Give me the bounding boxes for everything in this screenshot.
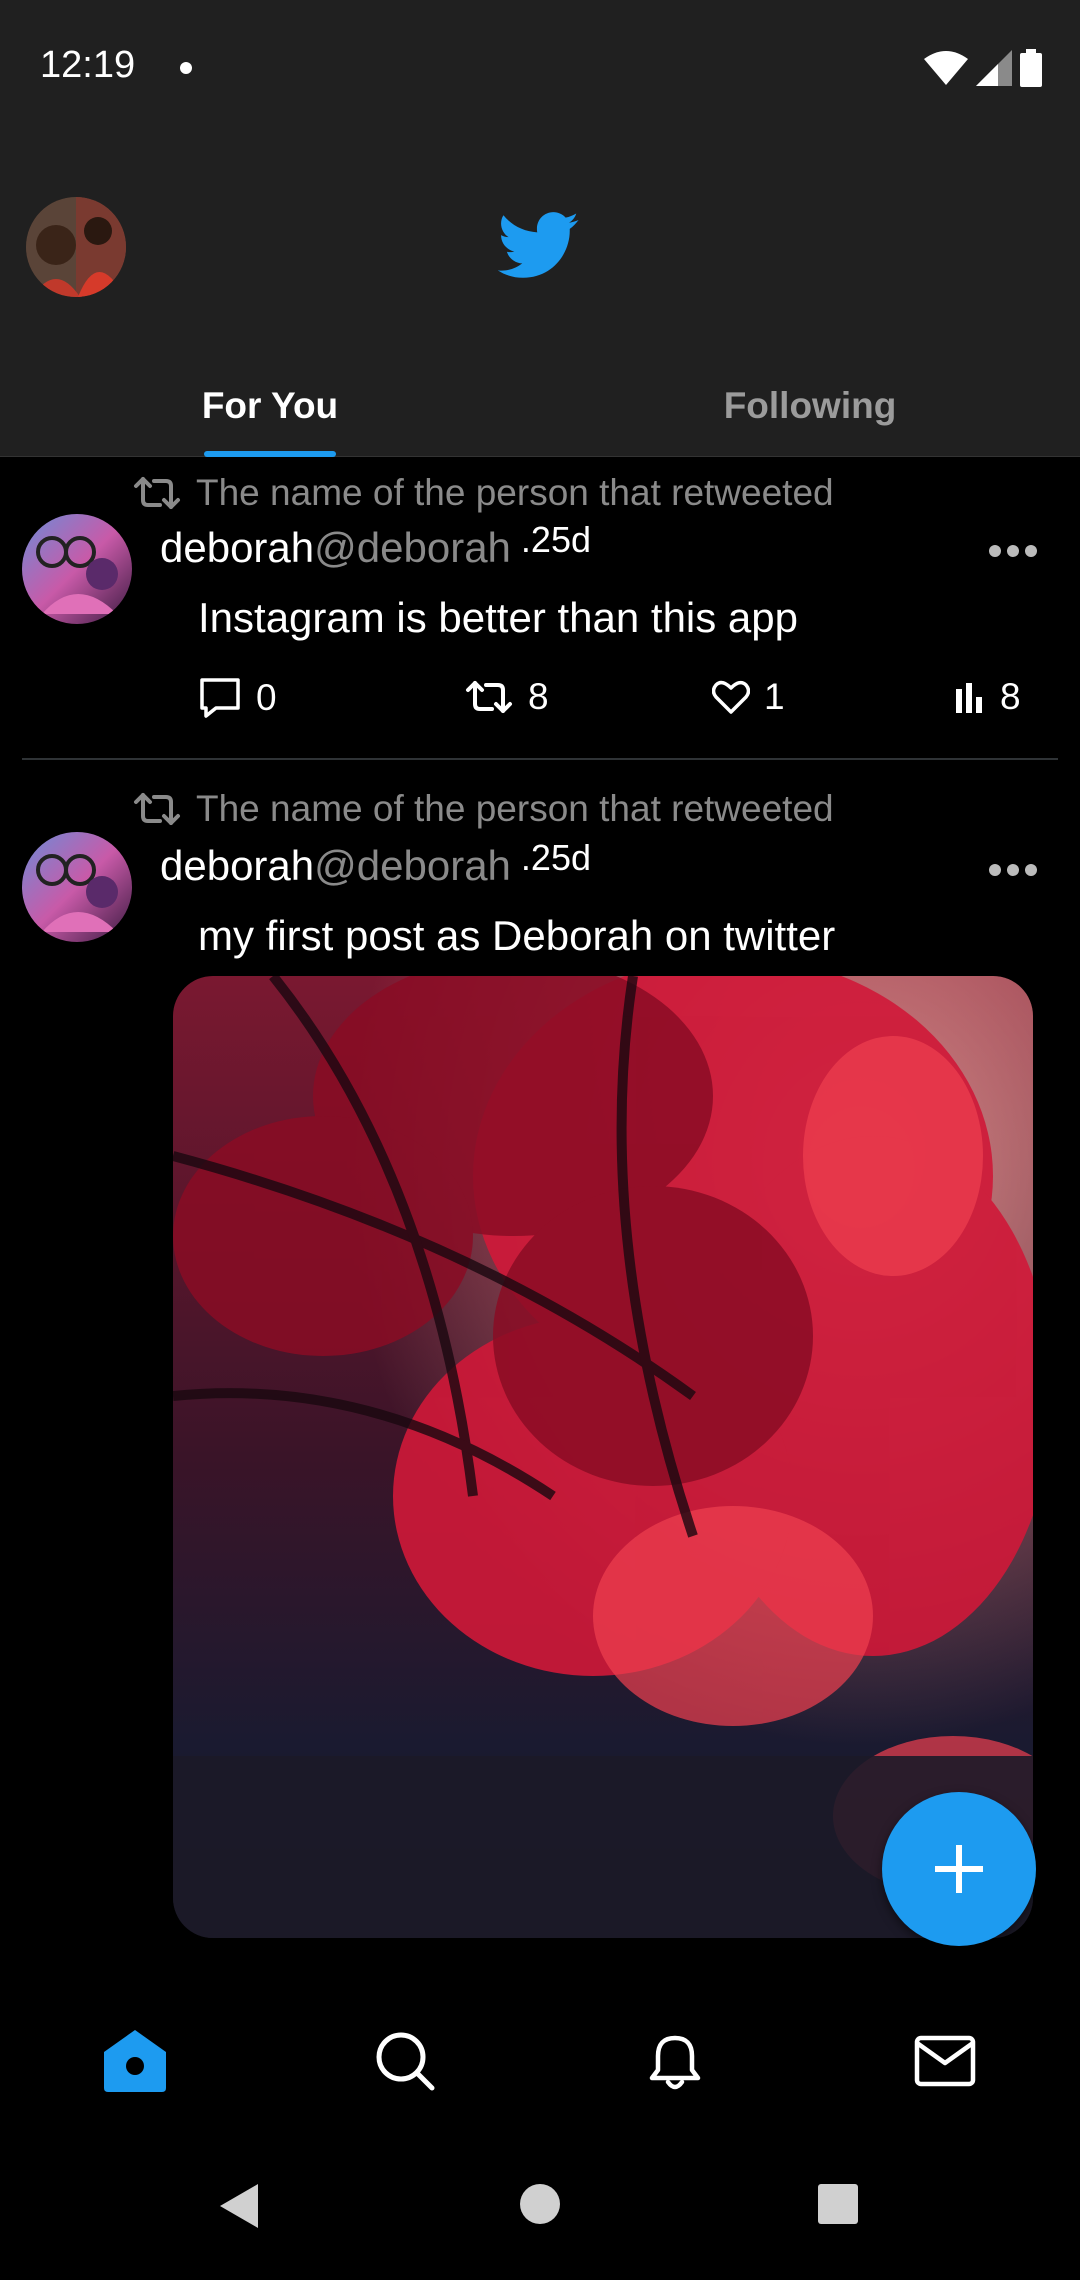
notification-dot-icon [180, 62, 192, 74]
author-name[interactable]: deborah [160, 842, 314, 890]
avatar[interactable] [22, 832, 132, 942]
battery-icon [1020, 49, 1042, 87]
search-icon [376, 2032, 435, 2091]
profile-avatar[interactable] [26, 197, 126, 297]
tweet-image[interactable] [173, 976, 1033, 1938]
bottom-nav [0, 1980, 1080, 2140]
status-icons [924, 48, 1042, 88]
mail-icon [914, 2035, 976, 2087]
tab-following-label: Following [723, 385, 897, 426]
nav-home[interactable] [100, 2026, 170, 2096]
nav-notifications[interactable] [640, 2026, 710, 2096]
header: For You Following [0, 135, 1080, 457]
back-icon[interactable] [216, 2182, 262, 2230]
tweet-author: deborah @deborah .25d [160, 837, 591, 890]
nav-search[interactable] [370, 2026, 440, 2096]
retweet-icon [134, 793, 180, 825]
home-circle-icon[interactable] [518, 2182, 562, 2226]
tab-for-you-label: For You [201, 385, 339, 426]
plus-icon [935, 1845, 983, 1893]
retweet-indicator: The name of the person that retweeted [132, 788, 834, 830]
tab-active-indicator [204, 451, 336, 457]
status-time: 12:19 [40, 44, 136, 86]
retweet-text: The name of the person that retweeted [196, 788, 834, 829]
twitter-bird-icon [498, 212, 579, 278]
bell-icon [649, 2035, 701, 2090]
home-icon [104, 2030, 166, 2092]
feed-tabs: For You Following [0, 355, 1080, 457]
screen: 12:19 For You Following The name of the … [0, 0, 1080, 2280]
status-bar: 12:19 [0, 0, 1080, 135]
more-options-icon[interactable] [988, 863, 1038, 877]
tweet-time: .25d [520, 837, 591, 878]
tweet[interactable]: The name of the person that retweeted de… [0, 458, 1080, 1938]
signal-icon [976, 50, 1012, 86]
compose-button[interactable] [882, 1792, 1036, 1946]
tab-following[interactable]: Following [540, 355, 1080, 457]
tab-for-you[interactable]: For You [0, 355, 540, 457]
author-handle: @deborah [314, 842, 511, 889]
system-navigation [0, 2140, 1080, 2280]
wifi-icon [924, 51, 968, 85]
recents-icon[interactable] [816, 2182, 860, 2226]
nav-messages[interactable] [910, 2026, 980, 2096]
feed: The name of the person that retweeted de… [0, 458, 1080, 1980]
tweet-text: my first post as Deborah on twitter [198, 912, 836, 959]
